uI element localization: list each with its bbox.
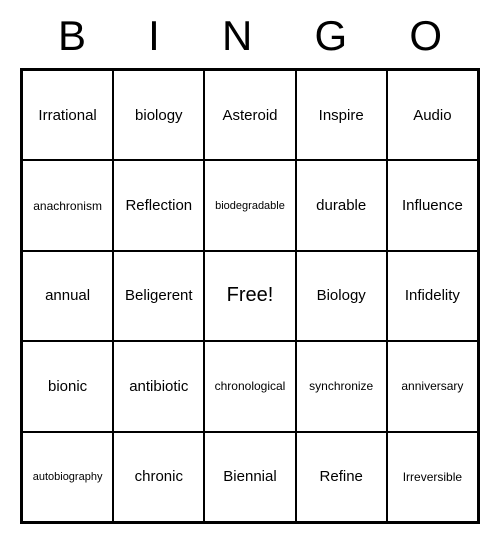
header-letter-b: B [58,12,86,60]
bingo-cell[interactable]: chronological [204,341,295,431]
bingo-header: B I N G O [30,12,470,68]
header-letter-n: N [222,12,252,60]
bingo-cell[interactable]: biodegradable [204,160,295,250]
bingo-cell[interactable]: chronic [113,432,204,522]
bingo-cell[interactable]: Influence [387,160,478,250]
bingo-cell[interactable]: Reflection [113,160,204,250]
bingo-cell[interactable]: annual [22,251,113,341]
header-letter-i: I [148,12,160,60]
bingo-cell[interactable]: anachronism [22,160,113,250]
bingo-cell[interactable]: durable [296,160,387,250]
bingo-cell[interactable]: Refine [296,432,387,522]
bingo-cell-free[interactable]: Free! [204,251,295,341]
bingo-cell[interactable]: biology [113,70,204,160]
header-letter-g: G [315,12,348,60]
bingo-cell[interactable]: Beligerent [113,251,204,341]
bingo-cell[interactable]: autobiography [22,432,113,522]
bingo-cell[interactable]: Irrational [22,70,113,160]
bingo-grid: Irrational biology Asteroid Inspire Audi… [20,68,480,524]
bingo-cell[interactable]: antibiotic [113,341,204,431]
bingo-cell[interactable]: anniversary [387,341,478,431]
bingo-cell[interactable]: Biology [296,251,387,341]
bingo-cell[interactable]: synchronize [296,341,387,431]
bingo-cell[interactable]: Audio [387,70,478,160]
bingo-cell[interactable]: Infidelity [387,251,478,341]
bingo-cell[interactable]: Irreversible [387,432,478,522]
header-letter-o: O [409,12,442,60]
bingo-cell[interactable]: Biennial [204,432,295,522]
bingo-cell[interactable]: Inspire [296,70,387,160]
bingo-cell[interactable]: Asteroid [204,70,295,160]
bingo-cell[interactable]: bionic [22,341,113,431]
